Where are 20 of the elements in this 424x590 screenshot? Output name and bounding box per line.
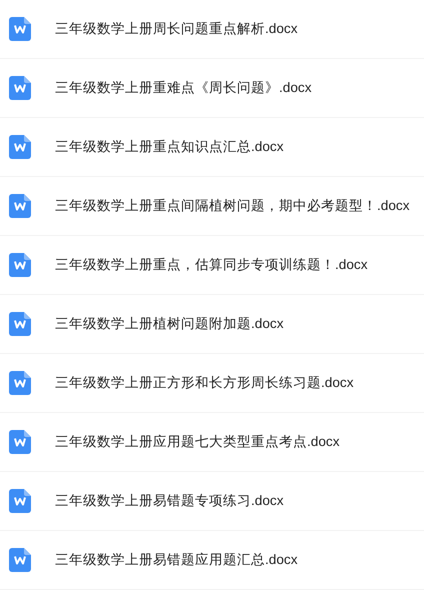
file-name[interactable]: 三年级数学上册正方形和长方形周长练习题.docx xyxy=(55,374,354,392)
word-document-icon xyxy=(9,430,31,454)
file-name[interactable]: 三年级数学上册周长问题重点解析.docx xyxy=(55,20,298,38)
file-name[interactable]: 三年级数学上册重点，估算同步专项训练题！.docx xyxy=(55,256,368,274)
word-document-icon xyxy=(9,76,31,100)
file-name[interactable]: 三年级数学上册植树问题附加题.docx xyxy=(55,315,284,333)
word-document-icon xyxy=(9,312,31,336)
word-document-icon xyxy=(9,371,31,395)
word-document-icon xyxy=(9,17,31,41)
file-name[interactable]: 三年级数学上册易错题专项练习.docx xyxy=(55,492,284,510)
file-name[interactable]: 三年级数学上册重点知识点汇总.docx xyxy=(55,138,284,156)
word-document-icon xyxy=(9,489,31,513)
file-name[interactable]: 三年级数学上册易错题应用题汇总.docx xyxy=(55,551,298,569)
word-document-icon xyxy=(9,135,31,159)
file-name[interactable]: 三年级数学上册重难点《周长问题》.docx xyxy=(55,79,312,97)
file-name[interactable]: 三年级数学上册重点间隔植树问题，期中必考题型！.docx xyxy=(55,197,410,215)
word-document-icon xyxy=(9,194,31,218)
word-document-icon xyxy=(9,253,31,277)
file-name[interactable]: 三年级数学上册应用题七大类型重点考点.docx xyxy=(55,433,340,451)
word-document-icon xyxy=(9,548,31,572)
